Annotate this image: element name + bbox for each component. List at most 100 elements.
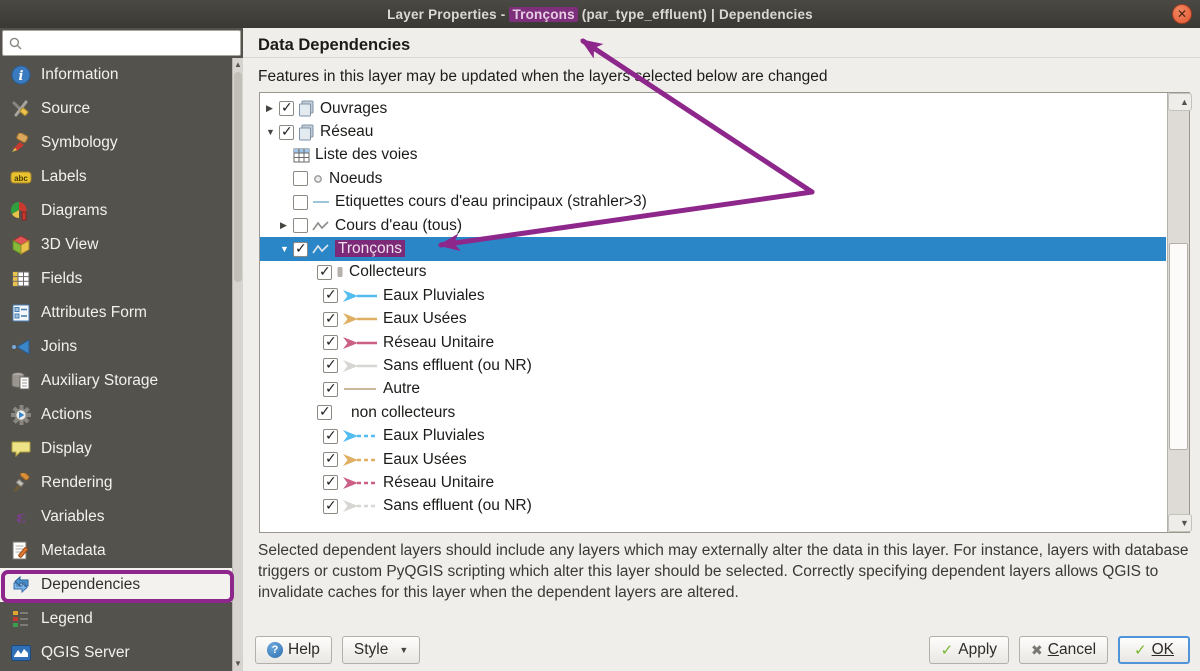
checkbox-unchecked[interactable] [293,171,308,187]
tree-row-sans-effluent-ou-nr-[interactable]: Sans effluent (ou NR) [260,354,1166,377]
sidebar-item-fields[interactable]: Fields [0,262,232,296]
search-input[interactable] [27,35,234,51]
tree-row-tron-ons[interactable]: ▼ Tronçons [260,237,1166,261]
tree-scrollbar[interactable]: ▲ ▼ [1167,93,1192,532]
polyline-icon [312,219,330,233]
ok-button[interactable]: ✓ OK [1118,636,1190,664]
sidebar-item-display[interactable]: Display [0,432,232,466]
expand-expander-icon[interactable]: ▶ [264,103,279,114]
sidebar-item-label: Diagrams [41,202,108,219]
sidebar-search[interactable] [2,30,241,56]
tree-row-cours-d-eau-tous-[interactable]: ▶ Cours d'eau (tous) [260,214,1166,237]
tree-row-collecteurs[interactable]: Collecteurs [260,261,1166,284]
checkbox-checked[interactable] [323,356,338,374]
cancel-x-icon: ✖ [1031,641,1043,658]
tree-row-label: Tronçons [335,240,406,258]
checkbox-checked[interactable] [279,99,294,117]
sidebar-item-attributes-form[interactable]: Attributes Form [0,296,232,330]
rendering-icon [10,473,32,493]
source-icon [10,99,32,119]
sidebar-item-3d-view[interactable]: 3D View [0,228,232,262]
tree-row-non-collecteurs[interactable]: non collecteurs [260,401,1166,424]
sidebar-scrollbar-thumb[interactable] [234,72,242,282]
scroll-down-icon[interactable]: ▼ [233,658,243,670]
checkbox-checked[interactable] [323,380,338,397]
close-icon[interactable]: ✕ [1172,4,1192,24]
tree-row-r-seau[interactable]: ▼ Réseau [260,120,1166,143]
dependencies-panel: Data Dependencies Features in this layer… [243,28,1200,671]
sidebar-item-dependencies[interactable]: Dependencies [0,568,232,602]
cancel-button[interactable]: ✖ Cancel [1019,636,1109,664]
tree-row-eaux-pluviales[interactable]: Eaux Pluviales [260,284,1166,307]
svg-text:ε: ε [16,508,26,526]
expand-expander-icon[interactable]: ▶ [278,220,293,231]
tree-row-liste-des-voies[interactable]: Liste des voies [260,144,1166,167]
tree-row-r-seau-unitaire[interactable]: Réseau Unitaire [260,331,1166,354]
sidebar-item-diagrams[interactable]: Diagrams [0,194,232,228]
dialog-button-box: ? Help Style ▼ ✓ Apply ✖ Cancel ✓ OK [255,636,1190,664]
sidebar-item-actions[interactable]: Actions [0,398,232,432]
sidebar-item-symbology[interactable]: Symbology [0,126,232,160]
sidebar-item-qgis-server[interactable]: QGIS Server [0,636,232,670]
checkbox-checked[interactable] [323,286,338,304]
sidebar-item-label: QGIS Server [41,644,130,661]
checkbox-checked[interactable] [293,240,308,257]
tree-row-eaux-us-es[interactable]: Eaux Usées [260,308,1166,331]
point-icon [312,173,324,185]
checkbox-checked[interactable] [323,450,338,468]
tree-row-etiquettes-cours-d-eau-principaux-strahler-3-[interactable]: Etiquettes cours d'eau principaux (strah… [260,191,1166,214]
checkbox-checked[interactable] [323,473,338,491]
sidebar-item-joins[interactable]: Joins [0,330,232,364]
sidebar-item-source[interactable]: Source [0,92,232,126]
tree-row-r-seau-unitaire[interactable]: Réseau Unitaire [260,471,1166,494]
page-title: Data Dependencies [258,36,411,54]
sidebar-item-label: Dependencies [41,576,141,593]
checkbox-checked[interactable] [279,123,294,140]
sidebar-item-variables[interactable]: ε Variables [0,500,232,534]
sidebar-item-metadata[interactable]: Metadata [0,534,232,568]
checkbox-checked[interactable] [323,497,338,514]
checkbox-unchecked[interactable] [293,194,308,210]
tree-row-label: Réseau [320,123,374,141]
scroll-down-icon[interactable]: ▼ [1168,514,1192,532]
sidebar-scrollbar[interactable]: ▲ ▼ [232,58,243,671]
sidebar-item-auxiliary-storage[interactable]: Auxiliary Storage [0,364,232,398]
checkbox-unchecked[interactable] [293,218,308,234]
checkbox-checked[interactable] [323,427,338,444]
checkbox-checked[interactable] [317,403,332,421]
sidebar-item-label: Source [41,100,91,117]
svg-text:abc: abc [14,174,28,183]
tree-row-label: Liste des voies [315,146,418,164]
checkbox-checked[interactable] [317,263,332,280]
sidebar-item-information[interactable]: i Information [0,58,232,92]
tree-row-ouvrages[interactable]: ▶ Ouvrages [260,97,1166,120]
dashed-arrow-line-symbol-icon [342,453,378,467]
style-dropdown-button[interactable]: Style ▼ [341,636,421,664]
checkbox-checked[interactable] [323,310,338,327]
checkbox-checked[interactable] [323,333,338,351]
scroll-up-icon[interactable]: ▲ [1168,93,1192,111]
variables-icon: ε [10,507,32,527]
help-button[interactable]: ? Help [255,636,332,664]
search-icon [9,37,22,49]
tree-row-eaux-pluviales[interactable]: Eaux Pluviales [260,424,1166,447]
sidebar-item-labels[interactable]: abc Labels [0,160,232,194]
collapse-expander-icon[interactable]: ▼ [264,127,279,137]
attributes-form-icon [10,303,32,323]
scroll-up-icon[interactable]: ▲ [233,59,243,71]
sidebar-item-label: Display [41,440,92,457]
tree-row-noeuds[interactable]: Noeuds [260,167,1166,190]
collapse-expander-icon[interactable]: ▼ [278,244,293,254]
sidebar-item-legend[interactable]: Legend [0,602,232,636]
sidebar-item-label: Auxiliary Storage [41,372,159,389]
sidebar-item-label: Symbology [41,134,118,151]
tree-row-eaux-us-es[interactable]: Eaux Usées [260,448,1166,471]
arrow-line-symbol-icon [342,289,378,303]
tree-row-autre[interactable]: Autre [260,378,1166,401]
heading-separator [243,57,1200,58]
sidebar-item-rendering[interactable]: Rendering [0,466,232,500]
dependencies-help-note: Selected dependent layers should include… [258,542,1189,601]
tree-row-sans-effluent-ou-nr-[interactable]: Sans effluent (ou NR) [260,495,1166,518]
apply-button[interactable]: ✓ Apply [928,636,1010,664]
tree-scrollbar-thumb[interactable] [1169,243,1188,450]
